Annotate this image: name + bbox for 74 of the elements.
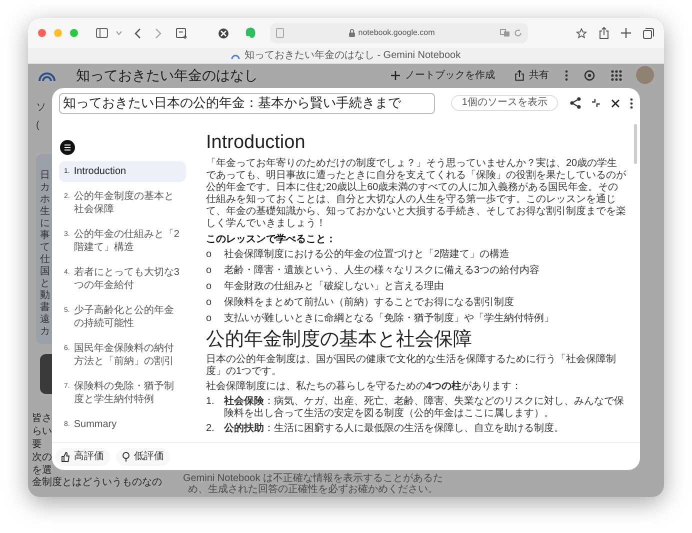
list-item: 社会保障制度における公的年金の位置づけと「2階建て」の構造 (224, 249, 510, 261)
list-item: 社会保険：病気、ケガ、出産、死亡、老齢、障害、失業などのリスクに対し、みんなで保険料を出し合って生活の安定を図る制度（公的年金はここに属します）。 (224, 396, 625, 420)
backdrop-text: ( (36, 120, 40, 132)
bullet-marker: o (206, 265, 213, 277)
backdrop-text: 遠 (40, 314, 51, 326)
backdrop-text: カ (40, 182, 51, 194)
list-item: 年金財政の仕組みと「破綻しない」と言える理由 (224, 281, 444, 293)
bullet-marker: o (206, 249, 213, 261)
close-icon[interactable] (611, 98, 620, 108)
collapse-icon[interactable] (591, 98, 602, 108)
chevron-down-icon[interactable] (116, 31, 122, 35)
close-window-icon[interactable] (38, 29, 46, 37)
backdrop-text: て (40, 242, 51, 254)
backdrop-text: 仕 (40, 254, 51, 266)
backdrop-text: 皆さ (32, 412, 52, 425)
feedback-button[interactable]: 高評価 (55, 448, 110, 466)
intro-paragraph: 「年金ってお年寄りのためだけの制度でしょ？」そう思っていませんか？実は、20歳の学生であっても、明日事故に遭ったときに自分を支えてくれる「保険」の役割を果たしているのが公的年金です。日本に住む20歳以上60歳未満のすべての人に加入義務がある国民年金。その仕組みを知っておくことは、自分と大切な人の人生を守る第一歩です。このレッスンを通じて、年金の基礎知識から、知っておかないと大損する手続き、そしてお得な割引制度までを楽しく学んでいきましょう！ (206, 158, 626, 230)
list-item: 公的扶助：生活に困窮する人に最低限の生活を保障し、自立を助ける制度。 (224, 423, 564, 435)
lock-icon (349, 29, 356, 37)
scrollbar[interactable] (634, 124, 637, 164)
backdrop-text: カ (40, 326, 51, 338)
url-text: notebook.google.com (358, 27, 435, 39)
more-icon[interactable] (630, 98, 634, 108)
feedback-button[interactable]: 低評価 (116, 448, 170, 466)
new-tab-icon[interactable] (621, 28, 631, 38)
tab-favicon (231, 52, 240, 58)
share-button[interactable]: 共有 (509, 68, 555, 82)
backdrop-text: 金制度とはどういうものなの (32, 477, 162, 489)
share-icon (515, 70, 524, 80)
backdrop-text: ソ (36, 102, 46, 114)
sidebar-icon[interactable] (96, 28, 108, 38)
section-heading: 公的年金制度の基本と社会保障 (206, 329, 473, 351)
subheading: このレッスンで学べること： (206, 234, 337, 246)
apps-grid-icon[interactable] (611, 70, 622, 80)
list-icon[interactable] (60, 140, 75, 155)
backdrop-text: 動 (40, 290, 51, 302)
plus-icon (391, 70, 400, 80)
section-heading: Introduction (206, 132, 306, 153)
star-icon[interactable] (576, 28, 587, 38)
bullet-marker: o (206, 313, 213, 325)
backdrop-text: と (40, 278, 51, 290)
share-icon[interactable] (599, 27, 609, 39)
bullet-marker: o (206, 297, 213, 309)
backdrop-text: 生 (40, 206, 51, 218)
create-notebook-button[interactable]: ノートブックを作成 (387, 68, 499, 82)
bullet-marker: o (206, 281, 213, 293)
tabs-overview-icon[interactable] (643, 28, 654, 38)
extension-icon[interactable] (218, 28, 229, 38)
backdrop-text: 次の (32, 451, 52, 464)
more-icon[interactable] (565, 70, 568, 80)
list-number: 1. (206, 396, 216, 409)
back-icon[interactable] (134, 28, 141, 38)
paragraph: 日本の公的年金制度は、国が国民の健康で文化的な生活を保障するために行う「社会保障制度」の1つです。 (206, 354, 617, 378)
disclaimer-text: Gemini Notebook は不正確な情報を表示することがあるため、生成された回答の正確性を必ずお確かめください。 (182, 473, 444, 495)
notebook-logo-icon (38, 70, 56, 80)
list-item: 老齢・障害・遺族という、人生の様々なリスクに備える3つの給付内容 (224, 265, 540, 277)
notebook-title: 知っておきたい年金のはなし (76, 67, 258, 83)
backdrop-text: 要 (32, 438, 43, 451)
settings-icon[interactable] (584, 70, 595, 80)
page-icon (276, 28, 284, 38)
list-item: 保険料をまとめて前払い（前納）することでお得になる割引制度 (224, 297, 514, 309)
backdrop-text: を選 (32, 464, 52, 476)
backdrop-text: らい (32, 425, 52, 438)
view-sources-button[interactable]: 1個のソースを表示 (450, 95, 558, 111)
tab-title[interactable]: 知っておきたい年金のはなし - Gemini Notebook (244, 50, 461, 60)
backdrop-text: 日 (40, 170, 51, 182)
backdrop-text: に (40, 218, 51, 230)
share-icon[interactable] (570, 97, 582, 109)
thumbs-up-icon (61, 452, 70, 462)
paragraph: 社会保障制度には、私たちの暮らしを守るための4つの柱があります： (206, 381, 523, 393)
title-field[interactable]: 知っておきたい日本の公的年金：基本から賢い手続きまで (59, 92, 435, 114)
list-number: 2. (206, 423, 216, 435)
reader-icon[interactable] (176, 28, 188, 38)
list-item: 支払いが難しいときに命綱となる「免除・猶予制度」や「学生納付特例」 (224, 313, 554, 325)
